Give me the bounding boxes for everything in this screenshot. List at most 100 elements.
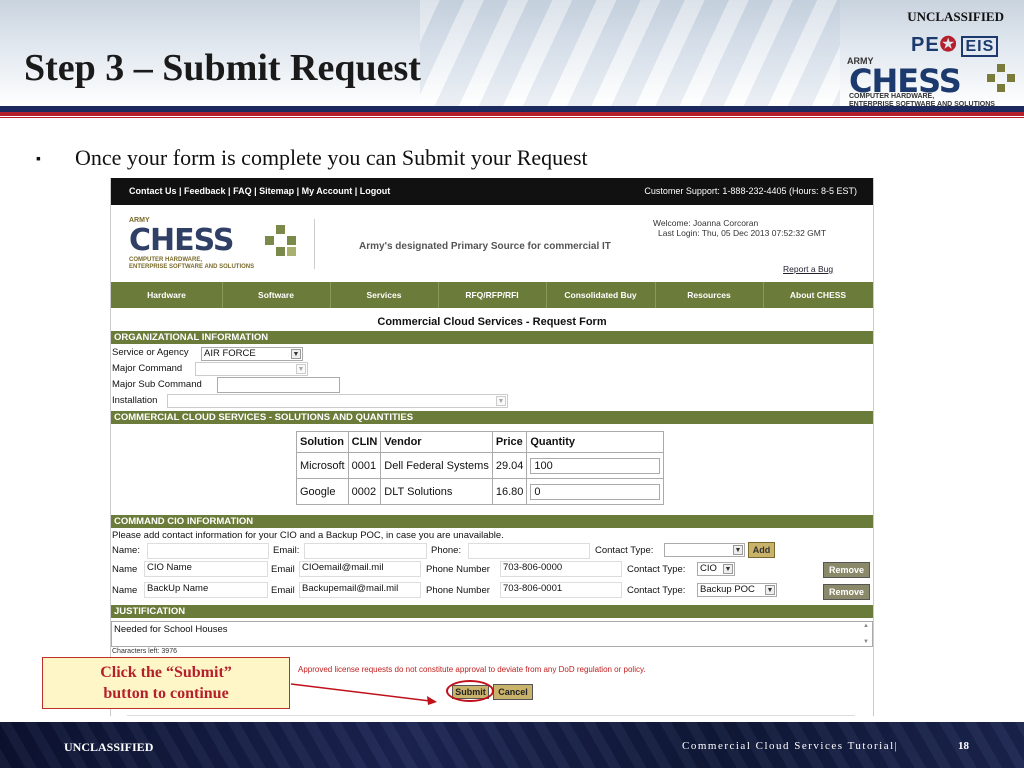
- welcome-text: Welcome: Joanna Corcoran: [653, 218, 759, 228]
- header-stripe-red-thin: [0, 117, 1024, 118]
- contact-type-select[interactable]: CIO ▼: [697, 562, 735, 576]
- contact-type-value: CIO: [700, 563, 717, 574]
- cell-vendor: Dell Federal Systems: [380, 452, 493, 479]
- contact-email-input[interactable]: CIOemail@mail.mil: [299, 561, 421, 577]
- col-quantity: Quantity: [526, 431, 665, 453]
- cio-instructions: Please add contact information for your …: [112, 530, 504, 541]
- site-logo-sub-line2: ENTERPRISE SOFTWARE AND SOLUTIONS: [129, 264, 255, 270]
- banner-divider: [314, 219, 315, 269]
- service-agency-select[interactable]: AIR FORCE ▼: [201, 347, 303, 361]
- website-screenshot: Contact Us | Feedback | FAQ | Sitemap | …: [110, 178, 874, 716]
- new-name-input[interactable]: [147, 543, 269, 559]
- bullet-square-icon: ▪: [36, 150, 41, 166]
- cancel-button[interactable]: Cancel: [493, 684, 533, 700]
- cell-solution: Microsoft: [296, 452, 349, 479]
- callout-line-1: Click the “Submit”: [100, 664, 232, 681]
- contact-phone-label: Phone Number: [426, 585, 490, 596]
- contact-type-value: Backup POC: [700, 584, 755, 595]
- contact-phone-input[interactable]: 703-806-0000: [500, 561, 622, 577]
- new-contact-type-label: Contact Type:: [595, 545, 654, 556]
- col-solution: Solution: [296, 431, 349, 453]
- footer-title: Commercial Cloud Services Tutorial|: [682, 740, 899, 752]
- contact-name-input[interactable]: CIO Name: [144, 561, 268, 577]
- nav-software[interactable]: Software: [222, 282, 331, 308]
- nav-rfq[interactable]: RFQ/RFP/RFI: [438, 282, 547, 308]
- new-phone-input[interactable]: [468, 543, 590, 559]
- chevron-down-icon: ▼: [765, 585, 775, 595]
- contact-phone-input[interactable]: 703-806-0001: [500, 582, 622, 598]
- site-chess-logo[interactable]: ARMY CHESS COMPUTER HARDWARE, ENTERPRISE …: [129, 217, 309, 270]
- solutions-table: Solution CLIN Vendor Price Quantity Micr…: [296, 431, 665, 505]
- contact-type-label: Contact Type:: [627, 564, 686, 575]
- submit-highlight-ring: [446, 680, 494, 702]
- site-banner: ARMY CHESS COMPUTER HARDWARE, ENTERPRISE …: [111, 205, 873, 281]
- chevron-down-icon: ▼: [496, 396, 506, 406]
- contact-name-label: Name: [112, 585, 138, 596]
- remove-contact-button[interactable]: Remove: [823, 562, 870, 578]
- contact-name-input[interactable]: BackUp Name: [144, 582, 268, 598]
- nav-consolidated-buy[interactable]: Consolidated Buy: [546, 282, 656, 308]
- chevron-down-icon: ▼: [733, 545, 743, 555]
- classification-label-top: UNCLASSIFIED: [907, 9, 1004, 24]
- contact-type-select[interactable]: Backup POC ▼: [697, 583, 777, 597]
- chess-logo-sub-line1: COMPUTER HARDWARE,: [849, 93, 935, 100]
- report-bug-link[interactable]: Report a Bug: [783, 264, 833, 274]
- eis-logo-text: EIS: [961, 36, 999, 57]
- quantity-input[interactable]: 100: [530, 457, 661, 474]
- site-logo-sub-line1: COMPUTER HARDWARE,: [129, 257, 202, 263]
- col-vendor: Vendor: [380, 431, 493, 453]
- site-tagline: Army's designated Primary Source for com…: [359, 241, 611, 252]
- nav-about-chess[interactable]: About CHESS: [763, 282, 873, 308]
- table-header-row: Solution CLIN Vendor Price Quantity: [296, 431, 665, 453]
- cell-price: 16.80: [491, 478, 528, 505]
- contact-phone-label: Phone Number: [426, 564, 490, 575]
- cell-vendor: DLT Solutions: [380, 478, 493, 505]
- form-title: Commercial Cloud Services - Request Form: [377, 316, 607, 328]
- section-solutions-quantities: COMMERCIAL CLOUD SERVICES - SOLUTIONS AN…: [111, 411, 873, 424]
- new-email-label: Email:: [273, 545, 300, 556]
- service-agency-value: AIR FORCE: [204, 348, 256, 359]
- peo-logo-text: PE: [911, 34, 940, 56]
- header-stripe-red: [0, 112, 1024, 116]
- top-links[interactable]: Contact Us | Feedback | FAQ | Sitemap | …: [129, 186, 390, 196]
- nav-services[interactable]: Services: [330, 282, 439, 308]
- bullet-text: Once your form is complete you can Submi…: [75, 145, 588, 170]
- chevron-down-icon: ▼: [291, 349, 301, 359]
- quantity-input[interactable]: 0: [530, 483, 661, 500]
- contact-email-label: Email: [271, 585, 295, 596]
- chevron-down-icon: ▼: [723, 564, 733, 574]
- chevron-down-icon: ▼: [296, 364, 306, 374]
- installation-label: Installation: [112, 395, 158, 406]
- site-top-bar: Contact Us | Feedback | FAQ | Sitemap | …: [111, 178, 873, 205]
- chess-grid-icon: [987, 64, 1015, 92]
- nav-resources[interactable]: Resources: [655, 282, 764, 308]
- contact-email-input[interactable]: Backupemail@mail.mil: [299, 582, 421, 598]
- table-row: Google 0002 DLT Solutions 16.80 0: [296, 478, 665, 505]
- major-command-label: Major Command: [112, 363, 183, 374]
- new-email-input[interactable]: [304, 543, 427, 559]
- col-clin: CLIN: [347, 431, 382, 453]
- site-logo-chess: CHESS: [129, 223, 234, 258]
- service-agency-label: Service or Agency: [112, 347, 189, 358]
- site-logo-grid-icon: [265, 225, 297, 257]
- page-footer-line: [127, 715, 855, 716]
- remove-contact-button[interactable]: Remove: [823, 584, 870, 600]
- add-contact-button[interactable]: Add: [748, 542, 775, 558]
- scroll-down-icon[interactable]: ▼: [863, 639, 869, 645]
- justification-textarea[interactable]: Needed for School Houses ▲ ▼: [111, 621, 873, 647]
- major-command-select[interactable]: ▼: [195, 362, 308, 376]
- new-contact-type-select[interactable]: ▼: [664, 543, 745, 557]
- col-price: Price: [491, 431, 528, 453]
- installation-select[interactable]: ▼: [167, 394, 508, 408]
- chess-logo-sub-line2: ENTERPRISE SOFTWARE AND SOLUTIONS: [849, 101, 995, 108]
- callout-box: Click the “Submit” button to continue: [42, 657, 290, 709]
- contact-email-label: Email: [271, 564, 295, 575]
- nav-hardware[interactable]: Hardware: [111, 282, 223, 308]
- contact-name-label: Name: [112, 564, 138, 575]
- callout-line-2: button to continue: [103, 685, 229, 702]
- cell-quantity: 100: [526, 452, 665, 479]
- scroll-up-icon[interactable]: ▲: [863, 623, 869, 629]
- section-justification: JUSTIFICATION: [111, 605, 873, 618]
- cell-price: 29.04: [491, 452, 528, 479]
- major-sub-command-input[interactable]: [217, 377, 340, 393]
